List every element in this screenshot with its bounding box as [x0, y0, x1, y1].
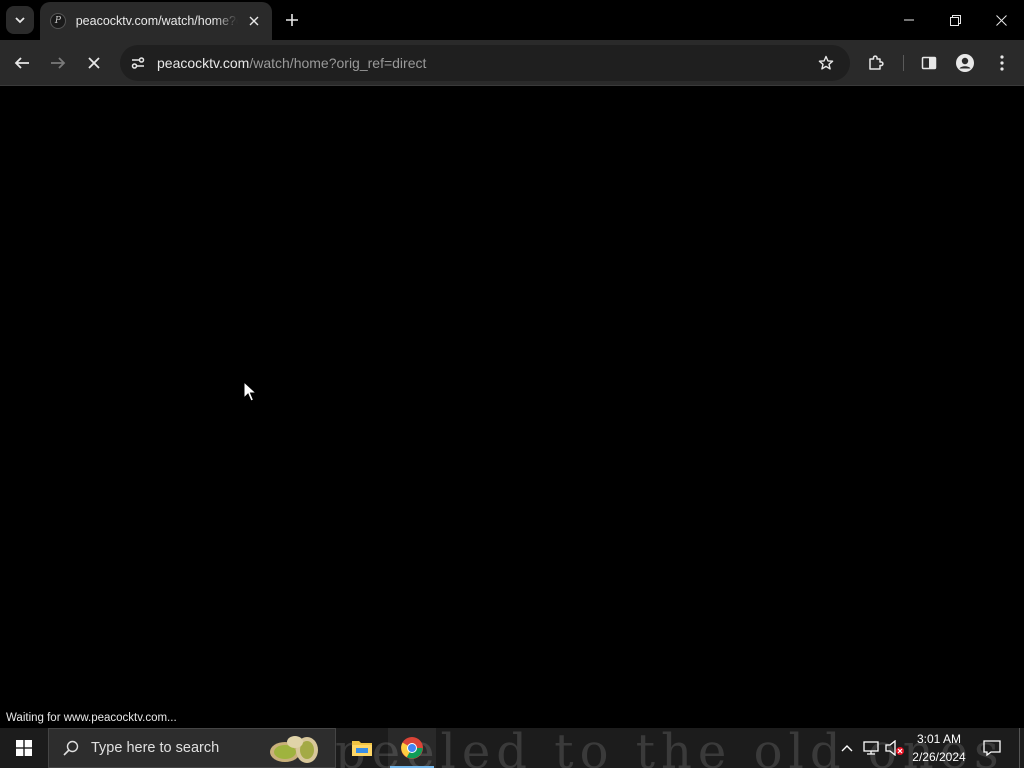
- chrome-taskbar-button[interactable]: [388, 728, 436, 768]
- new-tab-button[interactable]: [280, 8, 304, 32]
- url-path: /watch/home?orig_ref=direct: [249, 55, 427, 71]
- star-icon: [818, 55, 834, 70]
- chrome-icon: [401, 737, 423, 759]
- url-host: peacocktv.com: [157, 55, 250, 71]
- minimize-button[interactable]: [886, 0, 932, 40]
- back-arrow-icon: [14, 57, 29, 69]
- stop-loading-button[interactable]: [78, 47, 110, 79]
- windows-logo-icon: [16, 740, 32, 756]
- tab-strip: P peacocktv.com/watch/home?orig_ref=dire…: [0, 0, 1024, 40]
- address-bar[interactable]: peacocktv.com/watch/home?orig_ref=direct: [120, 45, 850, 81]
- window-close-button[interactable]: [978, 0, 1024, 40]
- side-panel-icon: [921, 56, 937, 70]
- tab-search-button[interactable]: [6, 6, 34, 34]
- site-info-button[interactable]: [122, 49, 154, 77]
- forward-arrow-icon: [51, 57, 66, 69]
- side-panel-button[interactable]: [913, 47, 945, 79]
- active-tab[interactable]: P peacocktv.com/watch/home?orig_ref=dire…: [40, 2, 272, 40]
- clock-date: 2/26/2024: [912, 750, 966, 764]
- profile-button[interactable]: [949, 47, 981, 79]
- pistachio-icon: [270, 736, 318, 763]
- volume-muted-icon: [885, 740, 904, 756]
- start-button[interactable]: [0, 728, 48, 768]
- chrome-menu-button[interactable]: [986, 47, 1018, 79]
- tab-search-icon: [15, 17, 25, 24]
- favicon-letter: P: [54, 16, 61, 26]
- back-button[interactable]: [6, 47, 38, 79]
- show-desktop-button[interactable]: [1019, 728, 1024, 768]
- mouse-cursor-icon: [243, 381, 257, 402]
- forward-button[interactable]: [42, 47, 74, 79]
- taskbar-search-box[interactable]: Type here to search: [48, 728, 336, 768]
- volume-tray-button[interactable]: [884, 728, 906, 768]
- notification-center-button[interactable]: [980, 728, 1004, 768]
- minimize-icon: [904, 19, 914, 21]
- plus-icon: [286, 14, 298, 26]
- windows-taskbar: peeled to the old ones Type here to sear…: [0, 728, 1024, 768]
- tab-close-button[interactable]: [246, 13, 262, 29]
- toolbar-separator: [903, 55, 904, 71]
- network-tray-button[interactable]: [860, 728, 882, 768]
- browser-toolbar: peacocktv.com/watch/home?orig_ref=direct: [0, 40, 1024, 86]
- extensions-button[interactable]: [860, 47, 892, 79]
- close-icon: [249, 16, 259, 26]
- clock-time: 3:01 AM: [916, 732, 962, 746]
- window-close-icon: [995, 14, 1007, 26]
- file-explorer-icon: [352, 741, 372, 756]
- file-explorer-taskbar-button[interactable]: [338, 728, 386, 768]
- system-clock[interactable]: 3:01 AM 2/26/2024: [908, 730, 970, 766]
- restore-button[interactable]: [932, 0, 978, 40]
- url-text: peacocktv.com/watch/home?orig_ref=direct: [157, 55, 426, 71]
- show-hidden-icons-button[interactable]: [838, 728, 856, 768]
- site-info-icon: [131, 57, 145, 69]
- profile-icon: [956, 54, 974, 72]
- status-bubble: Waiting for www.peacocktv.com...: [0, 708, 183, 728]
- page-content[interactable]: Waiting for www.peacocktv.com...: [0, 87, 1024, 728]
- stop-loading-icon: [88, 57, 100, 69]
- search-placeholder: Type here to search: [91, 740, 220, 756]
- notification-icon: [983, 740, 1001, 756]
- menu-dots-icon: [1000, 55, 1004, 71]
- network-icon: [863, 741, 879, 755]
- extensions-icon: [869, 55, 884, 70]
- search-icon: [63, 740, 79, 756]
- restore-icon: [949, 14, 961, 26]
- tab-title: peacocktv.com/watch/home?orig_ref=direct: [75, 14, 239, 28]
- chevron-up-icon: [841, 745, 853, 752]
- favicon-icon: P: [50, 13, 66, 29]
- bookmark-star-button[interactable]: [812, 49, 840, 77]
